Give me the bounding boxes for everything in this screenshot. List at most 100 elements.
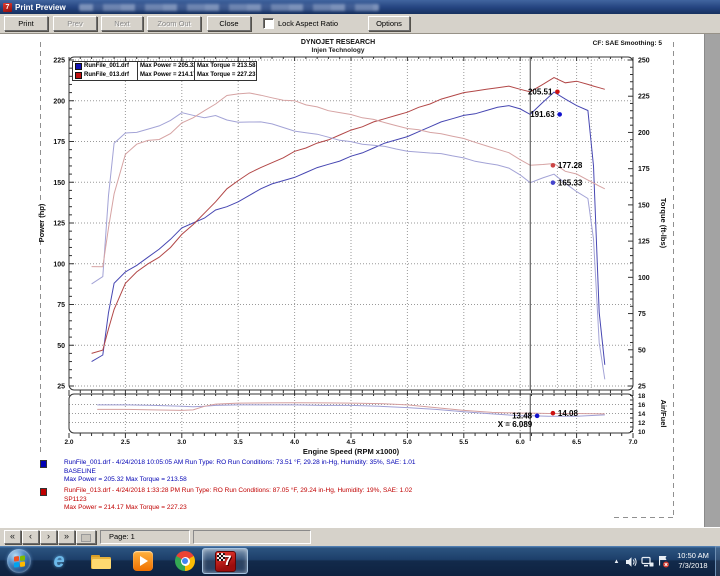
af-tick-label: 16	[638, 402, 646, 409]
af-tick-label: 18	[638, 393, 646, 400]
start-button[interactable]	[2, 548, 36, 574]
curve-runfile_013-drf-power	[91, 77, 605, 354]
marker-label: 205.51	[528, 87, 553, 96]
app-icon	[3, 2, 12, 12]
clock-time: 10:50 AM	[677, 551, 709, 560]
run1-color-swatch	[40, 460, 47, 468]
rpm-tick-label: 2.5	[121, 439, 130, 446]
run1-conditions: RunFile_001.drf - 4/24/2018 10:05:05 AM …	[64, 459, 416, 466]
page-navigation-bar: « ‹ › » Page: 1	[0, 527, 720, 546]
clock-date: 7/3/2018	[678, 561, 708, 570]
network-icon[interactable]	[641, 555, 654, 568]
af-tick-label: 14	[638, 411, 646, 418]
taskbar-clock[interactable]: 10:50 AM 7/3/2018	[670, 551, 716, 571]
legend-row-run1: RunFile_001.drf Max Power = 205.32 Max T…	[73, 62, 256, 71]
run2-color-swatch	[40, 488, 47, 496]
power-axis-title: Power (hp)	[37, 203, 46, 242]
torque-tick-label: 175	[638, 166, 650, 173]
preview-scroll-area[interactable]	[704, 34, 720, 527]
af-axis-title: Air/Fuel	[659, 400, 668, 428]
power-tick-label: 75	[57, 302, 65, 309]
marker-dot	[550, 163, 556, 168]
action-center-flag-icon[interactable]	[657, 555, 670, 568]
rpm-tick-label: 5.0	[403, 439, 412, 446]
curve-runfile_001-drf-torque	[91, 112, 606, 380]
run1-name: BASELINE	[64, 467, 96, 475]
options-button[interactable]: Options	[368, 16, 410, 31]
taskbar-chrome[interactable]	[168, 548, 202, 574]
marker-label: 165.33	[558, 178, 583, 187]
taskbar: 10:50 AM 7/3/2018	[0, 546, 720, 576]
print-icon-button	[76, 530, 96, 544]
main-curves	[91, 77, 606, 380]
legend-power-1: Max Power = 205.32	[137, 62, 194, 71]
rpm-tick-label: 5.5	[459, 439, 468, 446]
print-preview-window: Print Preview Print Prev Next Zoom Out C…	[0, 0, 720, 576]
marker-dot	[550, 410, 556, 416]
rpm-tick-label: 4.0	[290, 439, 299, 446]
last-page-button[interactable]: »	[58, 530, 75, 544]
windows-orb-icon	[7, 549, 31, 573]
legend-power-2: Max Power = 214.17	[137, 71, 194, 80]
close-button[interactable]: Close	[207, 16, 251, 31]
report-page: DYNOJET RESEARCH Injen Technology CF: SA…	[0, 34, 704, 527]
torque-axis-title: Torque (ft-lbs)	[659, 198, 668, 249]
run2-conditions: RunFile_013.drf - 4/24/2018 1:33:28 PM R…	[64, 487, 413, 494]
rpm-tick-label: 6.0	[516, 439, 525, 446]
legend-row-run2: RunFile_013.drf Max Power = 214.17 Max T…	[73, 71, 256, 80]
rpm-tick-label: 6.5	[572, 439, 581, 446]
marker-dot	[555, 89, 560, 95]
dynojet-winpep-icon	[214, 550, 236, 572]
marker-label: 191.63	[530, 110, 555, 119]
power-tick-label: 100	[53, 261, 65, 268]
run2-maxima: Max Power = 214.17 Max Torque = 227.23	[64, 504, 187, 512]
previous-page-button[interactable]: ‹	[22, 530, 39, 544]
legend-torque-2: Max Torque = 227.23	[194, 71, 256, 80]
torque-tick-label: 100	[638, 275, 650, 282]
show-hidden-icons-button[interactable]	[610, 555, 623, 568]
lock-aspect-ratio-label[interactable]: Lock Aspect Ratio	[278, 19, 338, 28]
first-page-button[interactable]: «	[4, 530, 21, 544]
printer-icon	[81, 534, 91, 542]
curve-runfile_001-drf-power	[91, 91, 606, 365]
rpm-tick-label: 3.5	[234, 439, 243, 446]
af-tick-label: 10	[638, 429, 646, 436]
torque-tick-label: 125	[638, 239, 650, 246]
marker-dot	[557, 112, 562, 117]
prev-button: Prev	[53, 16, 97, 31]
taskbar-windows-explorer[interactable]	[84, 548, 118, 574]
titlebar[interactable]: Print Preview	[0, 0, 720, 14]
power-tick-label: 25	[57, 384, 65, 391]
lock-aspect-ratio-checkbox[interactable]	[263, 18, 274, 29]
rpm-tick-label: 7.0	[628, 439, 637, 446]
print-button[interactable]: Print	[4, 16, 48, 31]
taskbar-internet-explorer[interactable]	[42, 548, 76, 574]
legend-torque-1: Max Torque = 213.58	[194, 62, 256, 71]
power-tick-label: 150	[53, 180, 65, 187]
taskbar-media-player[interactable]	[126, 548, 160, 574]
status-panel	[193, 530, 311, 544]
power-tick-label: 50	[57, 343, 65, 350]
next-button: Next	[101, 16, 143, 31]
next-page-button[interactable]: ›	[40, 530, 57, 544]
power-tick-label: 175	[53, 139, 65, 146]
power-tick-label: 225	[53, 58, 65, 65]
af-tick-label: 12	[638, 420, 646, 427]
toolbar: Print Prev Next Zoom Out Close Lock Aspe…	[0, 14, 720, 34]
media-player-icon	[133, 551, 153, 571]
legend-swatch-red	[75, 72, 82, 79]
run1-maxima: Max Power = 205.32 Max Torque = 213.58	[64, 476, 187, 484]
torque-tick-label: 75	[638, 311, 646, 318]
taskbar-dynojet-winpep-active[interactable]	[202, 548, 248, 574]
volume-icon[interactable]	[625, 555, 638, 568]
page-number-panel: Page: 1	[100, 530, 190, 544]
chrome-icon	[175, 551, 195, 571]
marker-dot	[550, 180, 556, 185]
run2-name: SP1123	[64, 495, 87, 503]
torque-tick-label: 225	[638, 94, 650, 101]
show-desktop-button[interactable]	[715, 546, 720, 576]
torque-tick-label: 25	[638, 384, 646, 391]
dyno-chart: 225 200 175 150 125 100 75 50 25 250 225 200 175 150 1…	[37, 42, 674, 518]
x-axis-title: Engine Speed (RPM x1000)	[303, 447, 400, 456]
legend-file-2: RunFile_013.drf	[84, 72, 130, 78]
